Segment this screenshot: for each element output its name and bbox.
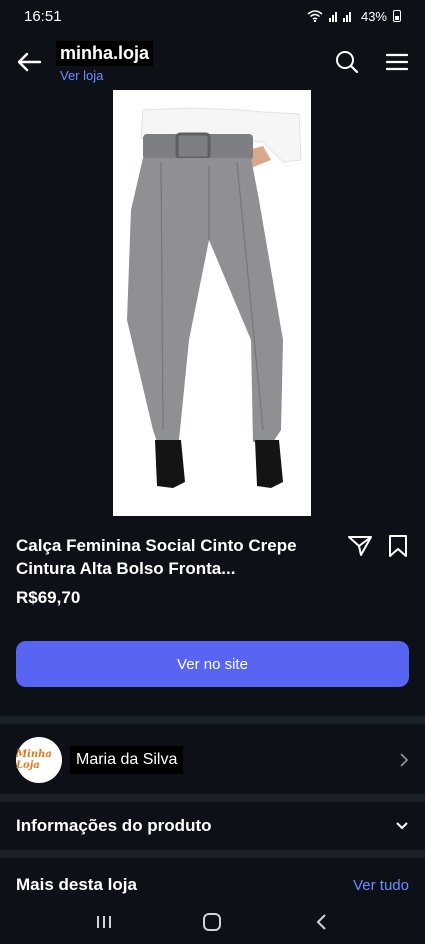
more-from-store-title: Mais desta loja <box>16 875 137 894</box>
store-title-block: minha.loja Ver loja <box>56 41 154 83</box>
signal-icon <box>328 12 351 22</box>
back-nav-icon[interactable] <box>301 904 341 940</box>
store-name: minha.loja <box>56 41 154 66</box>
home-icon[interactable] <box>192 904 232 940</box>
product-price: R$69,70 <box>16 588 81 607</box>
product-info: Calça Feminina Social Cinto Crepe Cintur… <box>16 534 409 608</box>
section-divider <box>0 850 425 858</box>
header-actions <box>333 48 411 76</box>
section-divider <box>0 794 425 802</box>
product-image[interactable] <box>113 90 311 516</box>
search-icon[interactable] <box>333 48 361 76</box>
product-info-title: Informações do produto <box>16 816 212 835</box>
section-divider <box>0 716 425 724</box>
system-nav-bar <box>0 900 425 944</box>
product-info-accordion[interactable]: Informações do produto <box>0 802 425 850</box>
share-icon[interactable] <box>347 534 373 558</box>
seller-avatar: Minha Loja <box>16 737 62 783</box>
chevron-right-icon <box>400 753 409 767</box>
pants-illustration <box>127 107 302 488</box>
status-icons: 43% <box>307 9 401 24</box>
seller-row[interactable]: Minha Loja Maria da Silva <box>0 726 425 794</box>
battery-percent: 43% <box>360 8 387 24</box>
recent-apps-icon[interactable] <box>84 904 124 940</box>
menu-icon[interactable] <box>383 48 411 76</box>
seller-logo-text: Minha Loja <box>16 749 52 771</box>
bookmark-icon[interactable] <box>387 534 409 558</box>
battery-icon <box>393 10 401 22</box>
product-actions <box>347 534 409 558</box>
app-header: minha.loja Ver loja <box>0 34 425 90</box>
wifi-icon <box>307 10 323 22</box>
chevron-down-icon <box>396 822 408 830</box>
see-all-link[interactable]: Ver tudo <box>353 877 409 894</box>
view-store-link[interactable]: Ver loja <box>60 68 153 83</box>
status-time: 16:51 <box>24 7 62 25</box>
product-title: Calça Feminina Social Cinto Crepe Cintur… <box>16 536 297 578</box>
seller-name: Maria da Silva <box>70 746 184 774</box>
view-on-site-button[interactable]: Ver no site <box>16 641 409 687</box>
status-bar: 16:51 43% <box>0 0 425 32</box>
back-arrow-icon[interactable] <box>14 47 44 77</box>
